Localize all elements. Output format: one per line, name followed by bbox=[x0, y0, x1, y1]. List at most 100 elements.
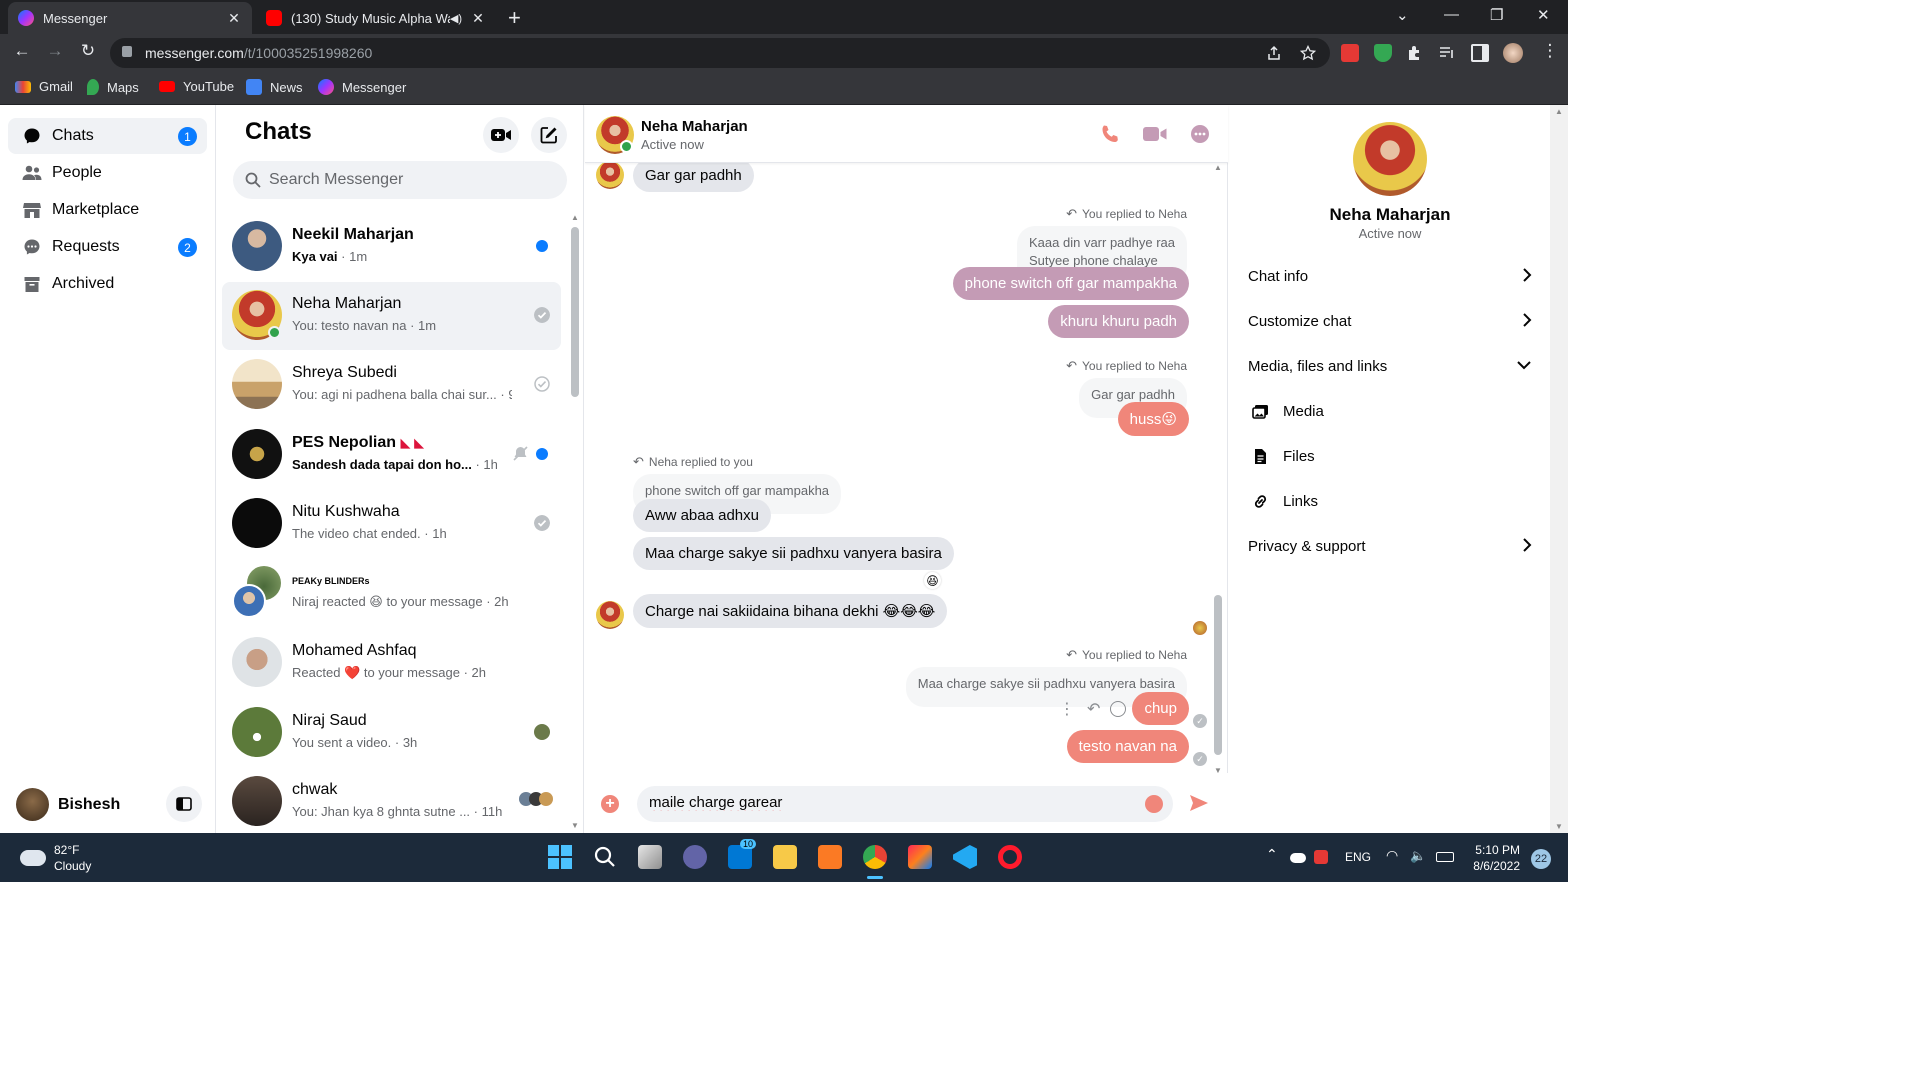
conversation-item[interactable]: Mohamed Ashfaq Reacted ❤️ to your messag… bbox=[222, 629, 561, 697]
volume-icon[interactable]: 🔈 bbox=[1410, 848, 1426, 864]
new-message-button[interactable] bbox=[531, 117, 567, 153]
bookmark-star-icon[interactable] bbox=[1300, 45, 1316, 61]
bookmark-messenger[interactable]: Messenger bbox=[318, 79, 406, 95]
language-indicator[interactable]: ENG bbox=[1345, 850, 1371, 864]
conversation-item[interactable]: chwak You: Jhan kya 8 ghnta sutne ... · … bbox=[222, 768, 561, 836]
scroll-up-arrow-icon[interactable]: ▲ bbox=[1555, 107, 1563, 116]
intellij-icon[interactable] bbox=[908, 845, 932, 869]
scrollbar-thumb[interactable] bbox=[571, 227, 579, 397]
incoming-message[interactable]: Maa charge sakye sii padhxu vanyera basi… bbox=[633, 537, 954, 570]
customize-chat-row[interactable]: Customize chat bbox=[1248, 303, 1532, 339]
vscode-icon[interactable] bbox=[953, 845, 977, 869]
contact-profile-avatar[interactable] bbox=[1353, 122, 1427, 196]
conversation-item[interactable]: Neekil Maharjan Kya vai · 1m bbox=[222, 213, 561, 281]
nav-archived[interactable]: Archived bbox=[8, 266, 207, 302]
app-tray-icon[interactable] bbox=[1314, 850, 1328, 864]
message-input[interactable] bbox=[649, 794, 1129, 811]
opera-icon[interactable] bbox=[998, 845, 1022, 869]
audio-call-icon[interactable] bbox=[1099, 123, 1121, 145]
store-icon[interactable]: 10 bbox=[728, 839, 757, 869]
tab-close-icon[interactable]: ✕ bbox=[226, 10, 242, 27]
close-window-icon[interactable]: ✕ bbox=[1537, 6, 1550, 24]
audio-playing-icon[interactable]: ◀) bbox=[450, 12, 462, 25]
notification-badge[interactable]: 22 bbox=[1531, 849, 1551, 869]
outgoing-message[interactable]: chup bbox=[1132, 692, 1189, 725]
wifi-icon[interactable]: ◠ bbox=[1386, 847, 1398, 864]
media-files-links-row[interactable]: Media, files and links bbox=[1248, 348, 1532, 384]
shield-extension-icon[interactable] bbox=[1374, 44, 1392, 62]
show-hidden-icons-chevron-up-icon[interactable]: ⌃ bbox=[1266, 846, 1278, 863]
more-actions-plus-icon[interactable]: + bbox=[601, 795, 619, 813]
conversation-item[interactable]: Nitu Kushwaha The video chat ended. · 1h bbox=[222, 490, 561, 558]
reply-icon[interactable]: ↶ bbox=[1087, 699, 1100, 719]
conversation-info-icon[interactable] bbox=[1189, 123, 1211, 145]
task-view-icon[interactable] bbox=[638, 845, 662, 869]
privacy-support-row[interactable]: Privacy & support bbox=[1248, 528, 1532, 564]
message-field[interactable] bbox=[637, 786, 1173, 822]
incoming-message[interactable]: Gar gar padhh bbox=[633, 163, 754, 192]
share-icon[interactable] bbox=[1266, 45, 1282, 61]
nav-people[interactable]: People bbox=[8, 155, 207, 191]
scrollbar-thumb[interactable] bbox=[1214, 595, 1222, 755]
links-item[interactable]: Links bbox=[1251, 483, 1511, 519]
xampp-icon[interactable] bbox=[818, 845, 842, 869]
tab-youtube[interactable]: (130) Study Music Alpha Wav ◀) ✕ bbox=[256, 2, 496, 34]
teams-chat-icon[interactable] bbox=[683, 845, 707, 869]
tab-close-icon[interactable]: ✕ bbox=[470, 10, 486, 27]
outgoing-message[interactable]: huss😜 bbox=[1117, 402, 1189, 436]
restore-icon[interactable]: ❐ bbox=[1490, 6, 1503, 24]
new-tab-icon[interactable]: + bbox=[508, 5, 521, 31]
incoming-message[interactable]: Aww abaa adhxu bbox=[633, 499, 771, 532]
current-user[interactable]: Bishesh bbox=[16, 788, 120, 821]
chrome-icon[interactable] bbox=[863, 845, 887, 869]
scroll-down-arrow-icon[interactable]: ▼ bbox=[571, 821, 579, 830]
onedrive-cloud-icon[interactable] bbox=[1290, 853, 1306, 863]
conversation-item[interactable]: Shreya Subedi You: agi ni padhena balla … bbox=[222, 351, 561, 419]
incoming-message[interactable]: Charge nai sakiidaina bihana dekhi 😂😂😂 bbox=[633, 594, 948, 628]
new-room-button[interactable] bbox=[483, 117, 519, 153]
contact-name[interactable]: Neha Maharjan bbox=[641, 118, 748, 135]
nav-chats[interactable]: Chats 1 bbox=[8, 118, 207, 154]
bookmark-news[interactable]: News bbox=[246, 79, 303, 95]
profile-avatar[interactable] bbox=[1503, 43, 1523, 63]
send-icon[interactable] bbox=[1189, 793, 1209, 813]
back-icon[interactable]: ← bbox=[10, 41, 34, 61]
message-list[interactable]: Gar gar padhh ↶ You replied to Neha Kaaa … bbox=[585, 163, 1228, 773]
address-bar[interactable]: messenger.com/t/100035251998260 bbox=[110, 38, 1330, 68]
start-windows-icon[interactable] bbox=[548, 845, 572, 869]
files-item[interactable]: Files bbox=[1251, 438, 1511, 474]
bookmark-maps[interactable]: Maps bbox=[87, 79, 139, 95]
nav-requests[interactable]: Requests 2 bbox=[8, 229, 207, 265]
outgoing-message[interactable]: phone switch off gar mampakha bbox=[952, 267, 1189, 300]
tab-search-icon[interactable]: ⌄ bbox=[1396, 6, 1409, 24]
conversation-item[interactable]: PEAKy BLINDERs Niraj reacted 😆 to your m… bbox=[222, 560, 561, 628]
scroll-down-arrow-icon[interactable]: ▼ bbox=[1555, 822, 1563, 831]
scroll-up-arrow-icon[interactable]: ▲ bbox=[1214, 163, 1222, 172]
extension-red-icon[interactable] bbox=[1341, 44, 1359, 62]
outgoing-message[interactable]: testo navan na bbox=[1066, 730, 1189, 763]
battery-icon[interactable] bbox=[1436, 852, 1454, 862]
conversation-item[interactable]: Niraj Saud You sent a video. · 3h bbox=[222, 699, 561, 767]
nav-marketplace[interactable]: Marketplace bbox=[8, 192, 207, 228]
media-item[interactable]: Media bbox=[1251, 393, 1511, 429]
chrome-menu-icon[interactable]: ⋮ bbox=[1538, 41, 1562, 61]
tab-messenger[interactable]: Messenger ✕ bbox=[8, 2, 252, 34]
extensions-puzzle-icon[interactable] bbox=[1406, 44, 1424, 62]
video-call-icon[interactable] bbox=[1142, 123, 1168, 145]
reload-icon[interactable]: ↻ bbox=[76, 41, 100, 61]
bookmark-gmail[interactable]: Gmail bbox=[15, 79, 73, 94]
search-input[interactable] bbox=[269, 171, 549, 189]
file-explorer-icon[interactable] bbox=[773, 845, 797, 869]
search-icon[interactable] bbox=[593, 845, 617, 869]
media-queue-icon[interactable] bbox=[1438, 44, 1456, 62]
side-panel-icon[interactable] bbox=[1471, 44, 1489, 62]
collapse-sidebar-button[interactable] bbox=[166, 786, 202, 822]
system-clock[interactable]: 5:10 PM 8/6/2022 bbox=[1468, 842, 1520, 874]
message-reaction[interactable]: 😆 bbox=[924, 572, 941, 589]
emoji-picker-icon[interactable] bbox=[1145, 795, 1163, 813]
forward-icon[interactable]: → bbox=[43, 41, 67, 61]
scroll-up-arrow-icon[interactable]: ▲ bbox=[571, 213, 579, 222]
search-box[interactable] bbox=[233, 161, 567, 199]
more-options-icon[interactable]: ⋮ bbox=[1059, 699, 1075, 719]
conversation-item-selected[interactable]: Neha Maharjan You: testo navan na · 1m bbox=[222, 282, 561, 350]
